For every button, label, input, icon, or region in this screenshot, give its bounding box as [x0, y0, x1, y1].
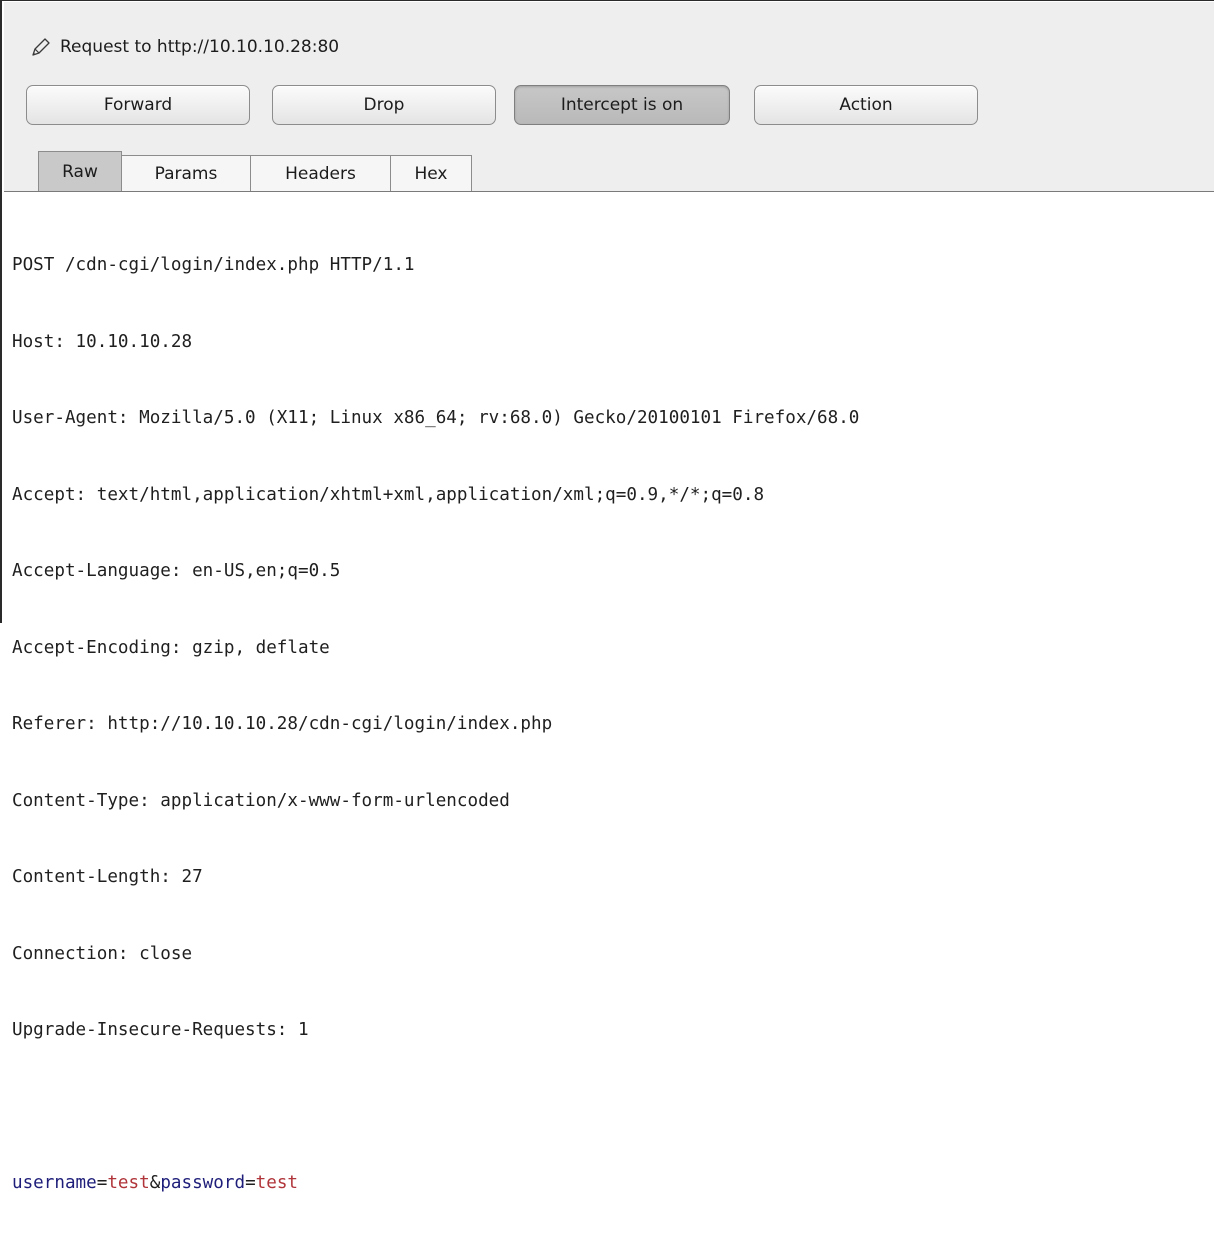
- header-referer: Referer: http://10.10.10.28/cdn-cgi/logi…: [12, 714, 553, 734]
- intercept-toggle-button[interactable]: Intercept is on: [514, 85, 730, 125]
- forward-button[interactable]: Forward: [26, 85, 250, 125]
- header-content-type: Content-Type: application/x-www-form-url…: [12, 790, 510, 811]
- tab-headers[interactable]: Headers: [250, 155, 391, 192]
- header-accept-language: Accept-Language: en-US,en;q=0.5: [12, 561, 341, 581]
- header-accept-encoding: Accept-Encoding: gzip, deflate: [12, 637, 330, 658]
- tab-raw[interactable]: Raw: [38, 151, 122, 192]
- intercept-toolbar-panel: Request to http://10.10.10.28:80 Forward…: [4, 2, 1214, 192]
- tab-hex[interactable]: Hex: [390, 155, 472, 192]
- param-value-password: test: [255, 1173, 299, 1193]
- param-name-username: username: [12, 1173, 97, 1193]
- raw-request-editor[interactable]: POST /cdn-cgi/login/index.php HTTP/1.1 H…: [4, 191, 1214, 1193]
- header-host: Host: 10.10.10.28: [12, 331, 193, 352]
- header-content-length: Content-Length: 27: [12, 867, 203, 887]
- param-value-username: test: [107, 1173, 150, 1193]
- request-body: username=test&password=test: [12, 1171, 1214, 1197]
- action-button[interactable]: Action: [754, 85, 978, 125]
- tab-params[interactable]: Params: [121, 155, 251, 192]
- header-accept: Accept: text/html,application/xhtml+xml,…: [12, 484, 765, 505]
- pencil-icon[interactable]: [30, 36, 52, 58]
- request-title: Request to http://10.10.10.28:80: [60, 37, 340, 57]
- request-line: POST /cdn-cgi/login/index.php HTTP/1.1: [12, 255, 415, 275]
- request-title-row: Request to http://10.10.10.28:80: [30, 32, 339, 62]
- burp-proxy-intercept-panel: Request to http://10.10.10.28:80 Forward…: [0, 0, 1214, 1193]
- header-user-agent: User-Agent: Mozilla/5.0 (X11; Linux x86_…: [12, 408, 860, 428]
- equals-sign: =: [245, 1173, 256, 1193]
- param-separator: &: [149, 1173, 161, 1193]
- header-connection: Connection: close: [12, 943, 193, 964]
- param-name-password: password: [160, 1173, 246, 1193]
- header-upgrade-insecure-requests: Upgrade-Insecure-Requests: 1: [12, 1020, 309, 1040]
- drop-button[interactable]: Drop: [272, 85, 496, 125]
- equals-sign: =: [96, 1173, 108, 1193]
